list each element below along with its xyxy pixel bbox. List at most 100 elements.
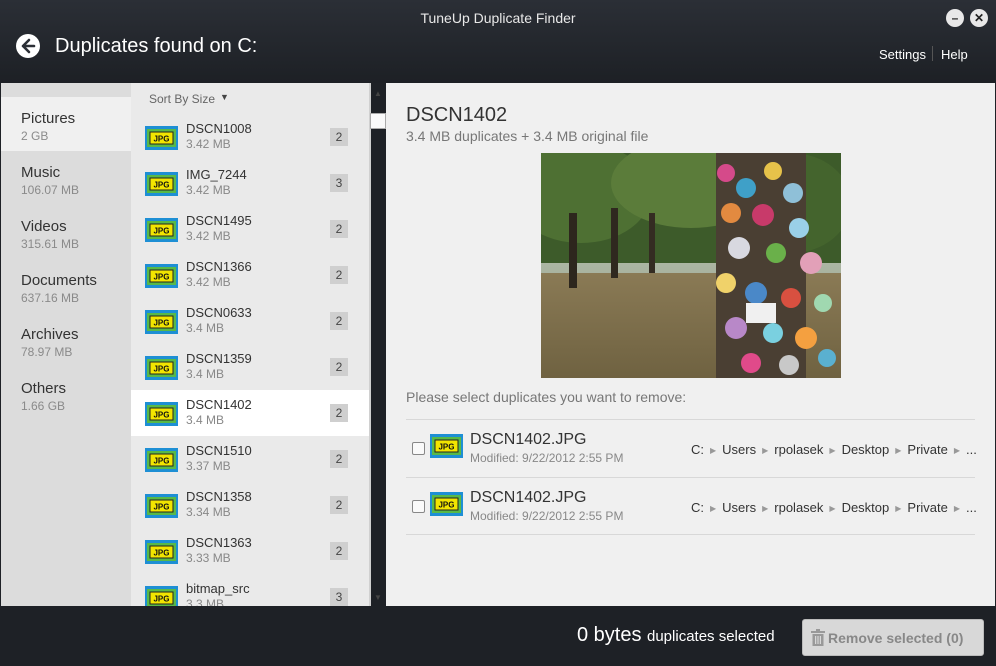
category-videos[interactable]: Videos 315.61 MB	[1, 205, 131, 259]
jpg-file-icon: JPG	[145, 402, 178, 426]
duplicate-count-badge: 2	[330, 358, 348, 376]
settings-link[interactable]: Settings	[879, 47, 926, 62]
path-segment: Users	[722, 500, 757, 515]
file-size: 3.4 MB	[186, 413, 225, 427]
file-name: DSCN1402	[186, 397, 252, 412]
duplicate-count-badge: 3	[330, 174, 348, 192]
file-size: 3.34 MB	[186, 505, 231, 519]
path-segment: C:	[691, 500, 704, 515]
duplicate-count-badge: 2	[330, 128, 348, 146]
select-prompt: Please select duplicates you want to rem…	[406, 389, 687, 405]
jpg-file-icon: JPG	[145, 218, 178, 242]
sort-dropdown[interactable]: Sort By Size	[149, 92, 215, 106]
file-list-item[interactable]: JPG DSCN1359 3.4 MB 2	[131, 344, 369, 390]
path-segment: rpolasek	[774, 442, 824, 457]
duplicate-checkbox[interactable]	[412, 442, 425, 455]
category-archives[interactable]: Archives 78.97 MB	[1, 313, 131, 367]
file-list-item[interactable]: JPG DSCN0633 3.4 MB 2	[131, 298, 369, 344]
path-segment: rpolasek	[774, 500, 824, 515]
file-list-item[interactable]: JPG IMG_7244 3.42 MB 3	[131, 160, 369, 206]
file-list-scrollbar[interactable]	[369, 83, 371, 606]
duplicate-path: C: ▶ Users ▶ rpolasek ▶ Desktop ▶ Private ▶...	[691, 442, 977, 457]
path-segment: Users	[722, 442, 757, 457]
svg-text:JPG: JPG	[153, 135, 169, 144]
path-segment: Private	[907, 500, 948, 515]
category-size: 2 GB	[21, 129, 49, 143]
selected-label: duplicates selected	[647, 628, 775, 645]
jpg-file-icon: JPG	[145, 494, 178, 518]
back-button[interactable]	[16, 34, 40, 58]
close-button[interactable]: ✕	[970, 9, 988, 27]
remove-selected-button[interactable]: Remove selected (0)	[802, 619, 984, 656]
file-list-item[interactable]: JPG DSCN1363 3.33 MB 2	[131, 528, 369, 574]
path-segment: ...	[966, 442, 977, 457]
help-link[interactable]: Help	[941, 47, 968, 62]
svg-text:JPG: JPG	[153, 273, 169, 282]
file-name: DSCN1359	[186, 351, 252, 366]
selected-bytes: 0 bytes	[577, 624, 642, 646]
sort-dropdown-arrow-icon[interactable]: ▼	[220, 92, 229, 102]
remove-selected-label: Remove selected (0)	[828, 630, 964, 646]
category-size: 106.07 MB	[21, 183, 80, 197]
duplicate-path: C: ▶ Users ▶ rpolasek ▶ Desktop ▶ Private ▶...	[691, 500, 977, 515]
path-separator-icon: ▶	[710, 446, 717, 455]
path-separator-icon: ▶	[953, 446, 961, 455]
jpg-file-icon: JPG	[145, 126, 178, 150]
file-name: IMG_7244	[186, 167, 247, 182]
minimize-button[interactable]: –	[946, 9, 964, 27]
category-others[interactable]: Others 1.66 GB	[1, 367, 131, 421]
back-arrow-icon	[21, 38, 36, 54]
detail-title: DSCN1402	[406, 104, 508, 126]
file-list-item[interactable]: JPG DSCN1366 3.42 MB 2	[131, 252, 369, 298]
file-list-item[interactable]: JPG DSCN1358 3.34 MB 2	[131, 482, 369, 528]
page-title: Duplicates found on C:	[55, 35, 258, 57]
path-segment: Private	[907, 442, 948, 457]
path-segment: Desktop	[841, 500, 890, 515]
footer-bar: 0 bytes duplicates selected Remove selec…	[0, 606, 996, 666]
file-name: DSCN1363	[186, 535, 252, 550]
file-list-item[interactable]: JPG bitmap_src 3.3 MB 3	[131, 574, 369, 606]
duplicate-file-list: Sort By Size ▼ JPG DSCN1008 3.42 MB 2 JPG IMG…	[131, 83, 371, 606]
scroll-down-arrow-icon[interactable]: ▼	[372, 593, 384, 602]
svg-text:JPG: JPG	[153, 411, 169, 420]
scrollbar-thumb[interactable]	[370, 113, 386, 129]
duplicate-count-badge: 2	[330, 266, 348, 284]
file-size: 3.37 MB	[186, 459, 231, 473]
category-sidebar: Pictures 2 GB Music 106.07 MB Videos 315…	[1, 83, 131, 606]
file-list-item[interactable]: JPG DSCN1510 3.37 MB 2	[131, 436, 369, 482]
category-documents[interactable]: Documents 637.16 MB	[1, 259, 131, 313]
svg-text:JPG: JPG	[153, 227, 169, 236]
path-separator-icon: ▶	[829, 446, 836, 455]
jpg-file-icon: JPG	[430, 434, 463, 458]
file-name: DSCN1358	[186, 489, 252, 504]
category-name: Music	[21, 164, 61, 181]
scroll-up-arrow-icon[interactable]: ▲	[372, 89, 384, 98]
category-size: 78.97 MB	[21, 345, 73, 359]
duplicate-modified: Modified: 9/22/2012 2:55 PM	[470, 509, 624, 523]
duplicate-checkbox[interactable]	[412, 500, 425, 513]
category-pictures[interactable]: Pictures 2 GB	[1, 97, 131, 151]
detail-subtitle: 3.4 MB duplicates + 3.4 MB original file	[406, 128, 649, 144]
duplicate-count-badge: 2	[330, 450, 348, 468]
svg-text:JPG: JPG	[153, 181, 169, 190]
duplicate-count-badge: 2	[330, 312, 348, 330]
file-list-item[interactable]: JPG DSCN1402 3.4 MB 2	[131, 390, 369, 436]
duplicate-row: JPG DSCN1402.JPG Modified: 9/22/2012 2:55 …	[406, 419, 977, 477]
trash-icon	[811, 629, 825, 646]
path-segment: C:	[691, 442, 704, 457]
jpg-file-icon: JPG	[145, 172, 178, 196]
duplicate-count-badge: 2	[330, 496, 348, 514]
title-bar: TuneUp Duplicate Finder – ✕ Duplicates f…	[0, 0, 996, 83]
svg-text:JPG: JPG	[438, 501, 454, 510]
jpg-file-icon: JPG	[145, 586, 178, 606]
file-list-item[interactable]: JPG DSCN1495 3.42 MB 2	[131, 206, 369, 252]
duplicate-file-name: DSCN1402.JPG	[470, 489, 587, 506]
file-size: 3.42 MB	[186, 183, 231, 197]
file-size: 3.33 MB	[186, 551, 231, 565]
file-name: DSCN1008	[186, 121, 252, 136]
category-music[interactable]: Music 106.07 MB	[1, 151, 131, 205]
file-list-item[interactable]: JPG DSCN1008 3.42 MB 2	[131, 114, 369, 160]
category-size: 1.66 GB	[21, 399, 66, 413]
svg-text:JPG: JPG	[153, 595, 169, 604]
category-size: 637.16 MB	[21, 291, 80, 305]
